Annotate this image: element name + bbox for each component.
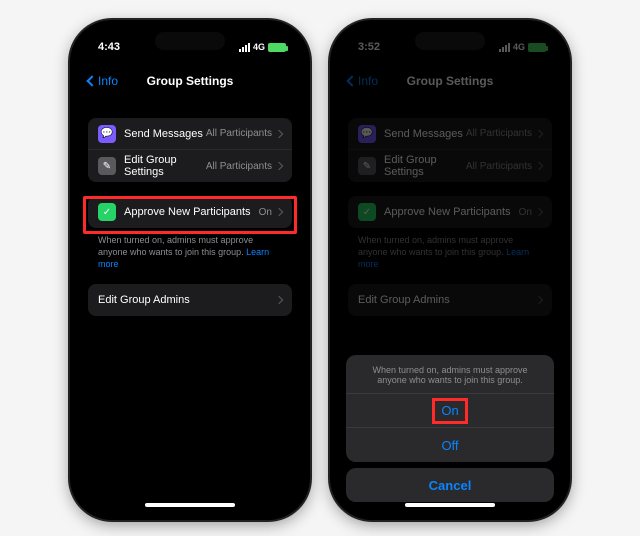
- row-value: On: [519, 207, 532, 218]
- chevron-left-icon: [346, 75, 357, 86]
- network-label: 4G: [513, 42, 525, 52]
- back-label: Info: [98, 74, 118, 88]
- status-time: 3:52: [358, 41, 380, 53]
- sheet-cancel-button[interactable]: Cancel: [346, 468, 554, 502]
- chevron-right-icon: [275, 162, 283, 170]
- row-value: On: [259, 207, 272, 218]
- home-indicator[interactable]: [145, 503, 235, 507]
- back-label: Info: [358, 74, 378, 88]
- row-approve-participants: ✓ Approve New Participants On: [348, 196, 552, 228]
- chevron-right-icon: [275, 129, 283, 137]
- approve-card: ✓ Approve New Participants On: [348, 196, 552, 228]
- row-label: Approve New Participants: [384, 206, 519, 218]
- nav-bar: Info Group Settings: [338, 66, 562, 96]
- battery-icon: [528, 43, 546, 52]
- approve-icon: ✓: [358, 203, 376, 221]
- chevron-right-icon: [535, 208, 543, 216]
- chat-icon: 💬: [98, 125, 116, 143]
- action-sheet: When turned on, admins must approve anyo…: [346, 355, 554, 502]
- sheet-option-on[interactable]: On: [346, 394, 554, 428]
- phone-right: 3:52 4G Info Group Settings 💬 Send Messa…: [330, 20, 570, 520]
- permissions-card: 💬 Send Messages All Participants ✎ Edit …: [348, 118, 552, 182]
- row-edit-settings[interactable]: ✎ Edit Group Settings All Participants: [88, 150, 292, 182]
- approve-icon: ✓: [98, 203, 116, 221]
- row-label: Edit Group Settings: [384, 154, 466, 178]
- row-label: Edit Group Admins: [358, 294, 536, 306]
- row-label: Approve New Participants: [124, 206, 259, 218]
- sheet-option-off[interactable]: Off: [346, 428, 554, 462]
- sheet-description: When turned on, admins must approve anyo…: [346, 355, 554, 394]
- row-value: All Participants: [206, 161, 272, 172]
- dynamic-island: [155, 32, 225, 50]
- back-button[interactable]: Info: [348, 74, 378, 88]
- row-edit-admins[interactable]: Edit Group Admins: [88, 284, 292, 316]
- network-label: 4G: [253, 42, 265, 52]
- chat-icon: 💬: [358, 125, 376, 143]
- chevron-left-icon: [86, 75, 97, 86]
- row-send-messages[interactable]: 💬 Send Messages All Participants: [88, 118, 292, 150]
- row-edit-settings: ✎ Edit Group Settings All Participants: [348, 150, 552, 182]
- approve-description: When turned on, admins must approve anyo…: [348, 228, 552, 270]
- back-button[interactable]: Info: [88, 74, 118, 88]
- page-title: Group Settings: [407, 74, 494, 88]
- row-label: Edit Group Admins: [98, 294, 276, 306]
- approve-card: ✓ Approve New Participants On: [88, 196, 292, 228]
- admins-card: Edit Group Admins: [348, 284, 552, 316]
- row-value: All Participants: [206, 128, 272, 139]
- page-title: Group Settings: [147, 74, 234, 88]
- row-edit-admins: Edit Group Admins: [348, 284, 552, 316]
- row-approve-participants[interactable]: ✓ Approve New Participants On: [88, 196, 292, 228]
- row-label: Send Messages: [384, 128, 466, 140]
- row-value: All Participants: [466, 128, 532, 139]
- row-label: Send Messages: [124, 128, 206, 140]
- chevron-right-icon: [275, 296, 283, 304]
- approve-description: When turned on, admins must approve anyo…: [88, 228, 292, 270]
- row-value: All Participants: [466, 161, 532, 172]
- signal-icon: [499, 43, 510, 52]
- dynamic-island: [415, 32, 485, 50]
- pencil-icon: ✎: [358, 157, 376, 175]
- row-send-messages: 💬 Send Messages All Participants: [348, 118, 552, 150]
- status-time: 4:43: [98, 41, 120, 53]
- row-label: Edit Group Settings: [124, 154, 206, 178]
- phone-left: 4:43 4G Info Group Settings 💬 Send Messa…: [70, 20, 310, 520]
- signal-icon: [239, 43, 250, 52]
- permissions-card: 💬 Send Messages All Participants ✎ Edit …: [88, 118, 292, 182]
- pencil-icon: ✎: [98, 157, 116, 175]
- battery-icon: [268, 43, 286, 52]
- nav-bar: Info Group Settings: [78, 66, 302, 96]
- home-indicator[interactable]: [405, 503, 495, 507]
- chevron-right-icon: [275, 208, 283, 216]
- chevron-right-icon: [535, 296, 543, 304]
- chevron-right-icon: [535, 129, 543, 137]
- admins-card: Edit Group Admins: [88, 284, 292, 316]
- chevron-right-icon: [535, 162, 543, 170]
